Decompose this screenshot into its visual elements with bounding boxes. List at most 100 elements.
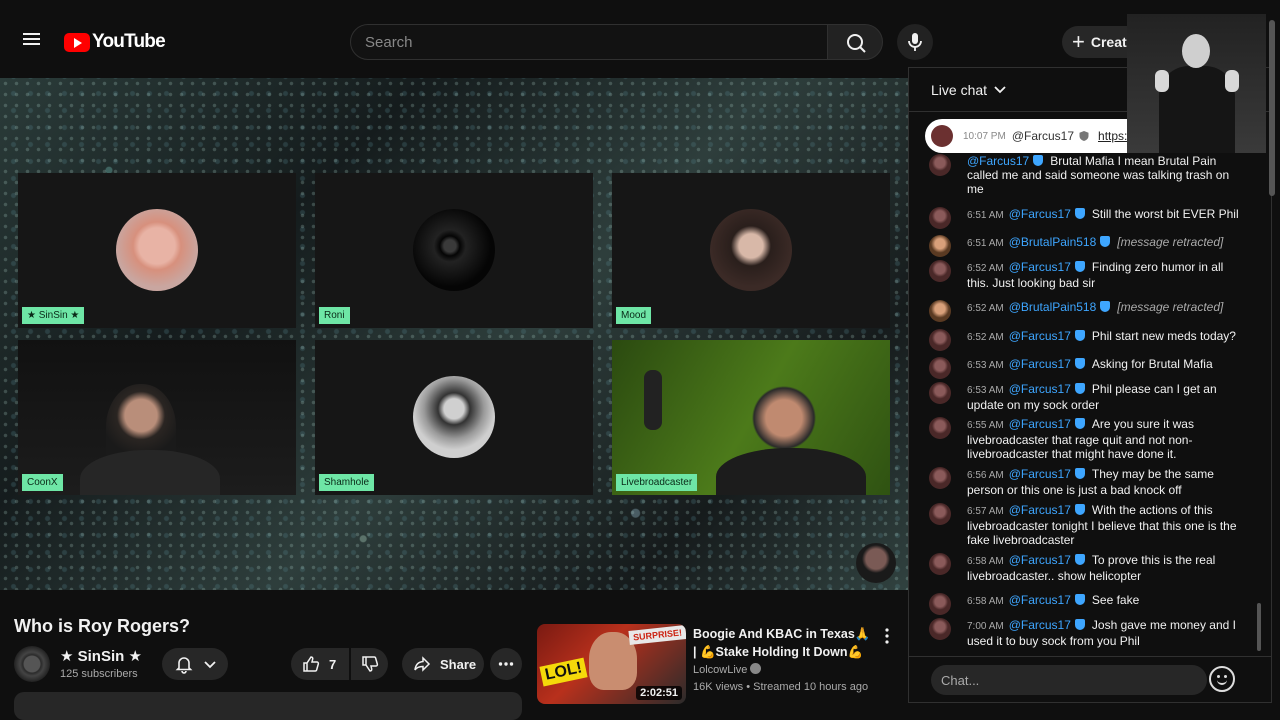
recommended-channel-name[interactable]: LolcowLive [693, 663, 762, 676]
watermark-avatar [856, 543, 896, 583]
avatar [929, 154, 951, 176]
chat-message: 6:58 AM @Farcus17 See fake [929, 593, 1247, 615]
avatar [929, 235, 951, 257]
emoji-icon[interactable] [1209, 666, 1235, 692]
participant-tile: Livebroadcaster [612, 340, 890, 495]
recommended-video-thumbnail[interactable]: LOL! SURPRISE! 2:02:51 [537, 624, 686, 704]
chat-message-list[interactable]: @Farcus17 Brutal Mafia I mean Brutal Pain… [909, 154, 1255, 656]
search-icon [847, 34, 866, 53]
message-text: Finding zero humor in all this. Just loo… [967, 260, 1224, 290]
moderator-shield-icon [1100, 301, 1111, 312]
participant-label: Shamhole [319, 474, 375, 491]
recommended-more-button[interactable] [879, 626, 895, 646]
bell-icon [175, 657, 193, 674]
message-author[interactable]: @Farcus17 [1009, 357, 1071, 371]
plus-icon: + [1072, 29, 1085, 54]
message-author[interactable]: @Farcus17 [967, 154, 1029, 168]
message-author[interactable]: @Farcus17 [1009, 553, 1071, 567]
chat-message: 6:51 AM @BrutalPain518 [message retracted] [929, 235, 1247, 257]
message-author[interactable]: @Farcus17 [1009, 207, 1071, 221]
channel-label: LolcowLive [693, 664, 748, 676]
moderator-shield-icon [1074, 468, 1085, 479]
message-author[interactable]: @Farcus17 [1009, 618, 1071, 632]
live-chat-mode-dropdown[interactable]: Live chat [931, 82, 1007, 98]
participant-tile: ★ SinSin ★ [18, 173, 296, 328]
thumbs-up-icon [303, 656, 320, 672]
voice-search-button[interactable] [897, 24, 933, 60]
message-author[interactable]: @Farcus17 [1009, 382, 1071, 396]
streamed-time: Streamed 10 hours ago [753, 681, 869, 693]
message-author[interactable]: @Farcus17 [1009, 260, 1071, 274]
play-icon [64, 32, 90, 52]
chat-message: 6:56 AM @Farcus17 They may be the same per… [929, 467, 1247, 497]
avatar [929, 357, 951, 379]
message-time: 6:52 AM [967, 303, 1004, 314]
participant-label: CoonX [22, 474, 63, 491]
chat-message: 7:00 AM @Farcus17 Josh gave me money and I… [929, 618, 1247, 648]
message-time: 6:52 AM [967, 332, 1004, 343]
message-author[interactable]: @BrutalPain518 [1009, 300, 1097, 314]
menu-button[interactable] [20, 30, 44, 54]
recommended-video-title[interactable]: Boogie And KBAC in Texas🙏 | 💪Stake Holdi… [693, 625, 873, 661]
message-author[interactable]: @Farcus17 [1009, 593, 1071, 607]
participant-avatar [413, 209, 495, 291]
message-author[interactable]: @Farcus17 [1009, 417, 1071, 431]
chat-scrollbar[interactable] [1257, 603, 1261, 651]
search-button[interactable] [827, 24, 883, 60]
participant-video [716, 448, 866, 495]
message-author[interactable]: @Farcus17 [1009, 467, 1071, 481]
video-player[interactable]: ★ SinSin ★ Roni Mood CoonX Shamhole Live… [0, 78, 908, 590]
message-text: They may be the same person or this one … [967, 467, 1214, 497]
message-text: Still the worst bit EVER Phil [1091, 207, 1239, 221]
share-button[interactable]: Share [402, 648, 484, 680]
subscriber-count: 125 subscribers [60, 668, 138, 680]
participant-tile: Roni [315, 173, 593, 328]
message-author[interactable]: @Farcus17 [1012, 129, 1074, 143]
participant-avatar [116, 209, 198, 291]
thumbnail-text: SURPRISE! [628, 625, 686, 645]
avatar [929, 503, 951, 525]
dislike-button[interactable] [351, 648, 388, 680]
message-time: 7:00 AM [967, 621, 1004, 632]
avatar [929, 618, 951, 640]
message-author[interactable]: @Farcus17 [1009, 329, 1071, 343]
chat-message: 6:53 AM @Farcus17 Phil please can I get an… [929, 382, 1247, 412]
message-time: 6:57 AM [967, 506, 1004, 517]
participant-tile: CoonX [18, 340, 296, 495]
chat-message: @Farcus17 Brutal Mafia I mean Brutal Pain… [929, 154, 1247, 196]
moderator-shield-icon [1074, 261, 1085, 272]
moderator-shield-icon [1074, 554, 1085, 565]
hamburger-line [23, 38, 40, 40]
moderator-shield-icon [1074, 504, 1085, 515]
message-time: 6:56 AM [967, 470, 1004, 481]
chat-input[interactable] [931, 665, 1207, 695]
more-vertical-icon [885, 628, 889, 644]
top-bar: YouTube + Create [0, 0, 1280, 66]
chat-message: 6:52 AM @Farcus17 Phil start new meds toda… [929, 329, 1247, 351]
moderator-shield-icon [1074, 358, 1085, 369]
more-horizontal-icon [498, 662, 514, 666]
like-button[interactable]: 7 [291, 648, 349, 680]
moderator-shield-icon [1074, 330, 1085, 341]
message-text: With the actions of this livebroadcaster… [967, 503, 1237, 547]
pip-person [1155, 70, 1169, 92]
youtube-logo[interactable]: YouTube [64, 31, 166, 53]
participant-label: Mood [616, 307, 652, 324]
picture-in-picture-video[interactable] [1127, 14, 1266, 153]
message-author[interactable]: @BrutalPain518 [1009, 235, 1097, 249]
page-scrollbar[interactable] [1269, 20, 1275, 196]
channel-name[interactable]: ★ SinSin ★ [60, 647, 142, 665]
chat-message: 6:57 AM @Farcus17 With the actions of this… [929, 503, 1247, 547]
description-box[interactable] [14, 692, 522, 720]
moderator-shield-icon [1074, 208, 1085, 219]
participant-label: Roni [319, 307, 350, 324]
message-text: [message retracted] [1117, 235, 1224, 249]
pip-person [1182, 34, 1210, 68]
microphone-icon [908, 33, 922, 51]
notifications-button[interactable] [162, 648, 228, 680]
channel-avatar[interactable] [14, 646, 50, 682]
search-input[interactable] [365, 33, 827, 51]
message-author[interactable]: @Farcus17 [1009, 503, 1071, 517]
video-title: Who is Roy Rogers? [14, 616, 191, 636]
more-actions-button[interactable] [490, 648, 522, 680]
